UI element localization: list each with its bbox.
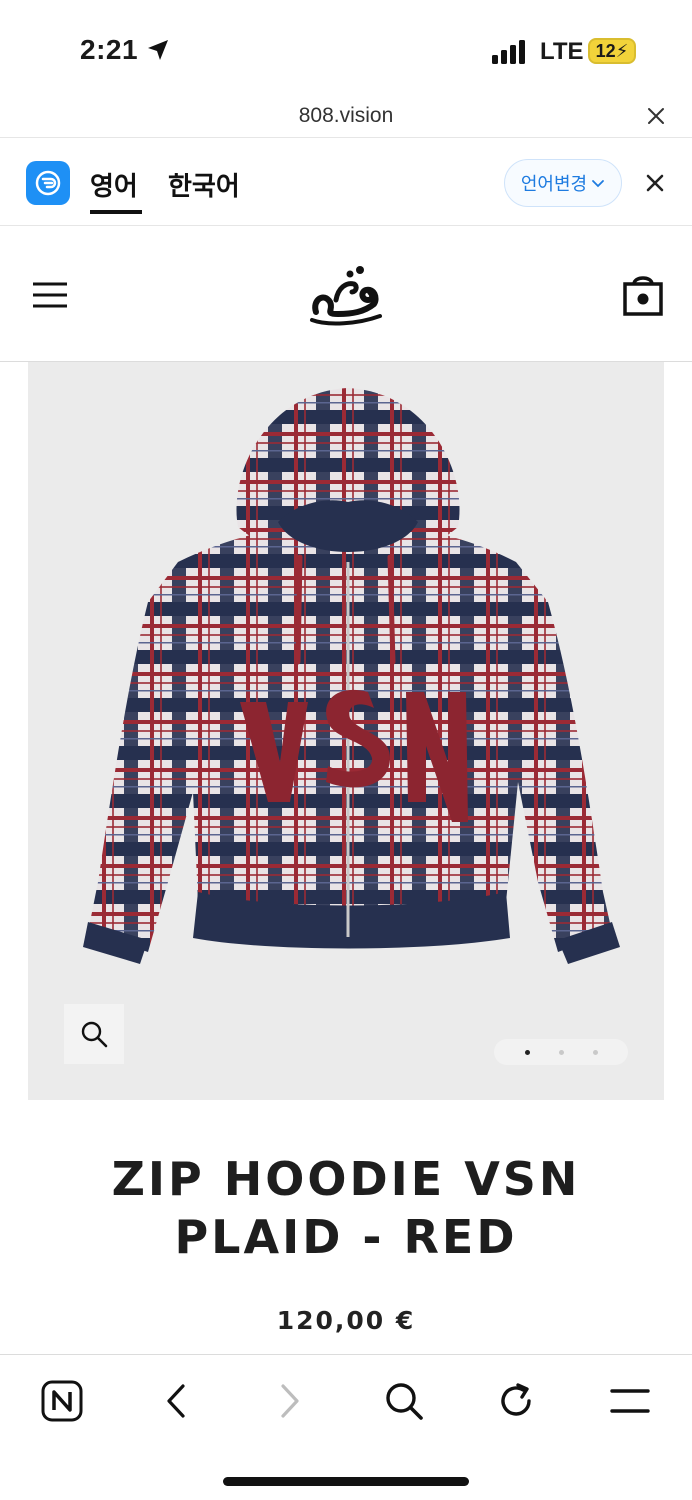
site-header [0, 226, 692, 362]
reload-button[interactable] [492, 1377, 540, 1425]
tab-source-language[interactable]: 영어 [90, 166, 138, 203]
gallery-dot-2[interactable] [558, 1049, 564, 1055]
product-image-gallery[interactable] [28, 362, 664, 1100]
translate-bar: 영어 한국어 언어변경 [0, 138, 692, 226]
shopping-bag-icon[interactable] [622, 272, 664, 316]
status-time: 2:21 [80, 34, 139, 65]
change-language-label: 언어변경 [520, 174, 588, 194]
browser-toolbar [0, 1354, 692, 1500]
network-type: LTE [540, 38, 584, 65]
menu-button[interactable] [606, 1377, 654, 1425]
product-photo [83, 388, 620, 964]
battery-level: 12 [595, 40, 616, 61]
search-button[interactable] [380, 1377, 428, 1425]
battery-icon: 12 ⚡ [588, 38, 636, 64]
charging-bolt-icon: ⚡ [615, 40, 629, 61]
tab-target-language[interactable]: 한국어 [168, 166, 240, 203]
active-tab-indicator [90, 210, 142, 214]
status-bar: 2:21 LTE 12 ⚡ [0, 0, 692, 96]
location-arrow-icon [148, 40, 168, 60]
menu-icon [610, 1389, 650, 1413]
search-icon [386, 1383, 423, 1420]
naver-home-icon [41, 1380, 83, 1422]
papago-logo-icon[interactable] [26, 161, 70, 205]
chevron-down-icon [592, 180, 605, 188]
naver-home-button[interactable] [38, 1377, 86, 1425]
home-indicator[interactable] [223, 1477, 469, 1486]
gallery-pagination[interactable] [494, 1039, 628, 1065]
search-icon [81, 1021, 108, 1048]
hamburger-menu-icon[interactable] [32, 281, 68, 309]
product-price: 120,00 € [276, 1306, 416, 1335]
change-language-button[interactable]: 언어변경 [504, 159, 622, 207]
close-icon[interactable] [646, 106, 666, 126]
forward-icon [281, 1384, 299, 1418]
brand-logo[interactable] [308, 262, 386, 328]
reload-icon [501, 1383, 531, 1416]
back-icon [167, 1384, 185, 1418]
signal-icon [492, 40, 525, 64]
product-title: ZIP HOODIE VSN PLAID - RED [111, 1152, 581, 1264]
zoom-button[interactable] [64, 1004, 124, 1064]
url-bar[interactable]: 808.vision [0, 96, 692, 138]
gallery-dot-1[interactable] [524, 1049, 530, 1055]
close-icon[interactable] [646, 174, 664, 192]
gallery-dot-3[interactable] [592, 1049, 598, 1055]
back-button[interactable] [152, 1377, 200, 1425]
url-domain[interactable]: 808.vision [0, 104, 692, 128]
forward-button[interactable] [266, 1377, 314, 1425]
